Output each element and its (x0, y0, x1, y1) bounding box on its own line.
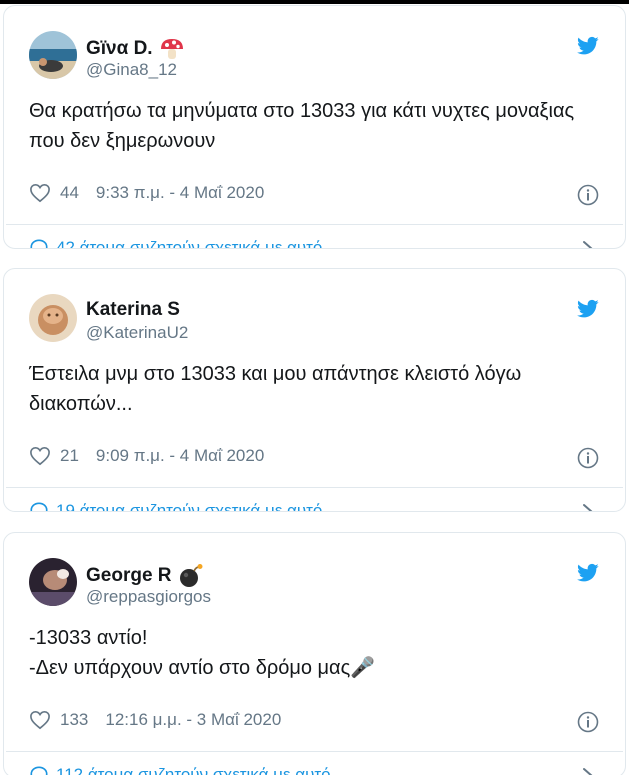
conversation-link[interactable]: 112 άτομα συζητούν σχετικά με αυτό (4, 752, 625, 775)
twitter-bird-icon[interactable] (577, 36, 599, 56)
info-icon[interactable] (577, 711, 599, 733)
tweet-text: Θα κρατήσω τα μηνύματα στο 13033 για κάτ… (29, 100, 575, 152)
tweet-card[interactable]: Katerina S @KaterinaU2 Έστειλα μνμ στο 1… (3, 268, 626, 512)
chevron-right-icon[interactable] (582, 767, 594, 775)
timestamp[interactable]: 12:16 μ.μ. - 3 Μαΐ 2020 (105, 710, 281, 730)
chevron-right-icon[interactable] (582, 503, 594, 512)
heart-icon[interactable] (29, 710, 51, 730)
author-name[interactable]: George R (86, 565, 172, 587)
conversation-count[interactable]: 19 άτομα συζητούν σχετικά με αυτό (56, 501, 322, 511)
mushroom-emoji-icon (160, 39, 183, 59)
tweet-text: Έστειλα μνμ στο 13033 και μου απάντησε κ… (29, 363, 522, 415)
like-count: 133 (60, 710, 89, 729)
conversation-link[interactable]: 42 άτομα συζητούν σχετικά με αυτό (4, 225, 625, 249)
tweet-text: -13033 αντίο! -Δεν υπάρχουν αντίο στο δρ… (29, 627, 376, 679)
avatar[interactable] (29, 31, 77, 79)
top-bar (0, 0, 629, 4)
chevron-right-icon[interactable] (582, 240, 594, 249)
tweet-header: Katerina S @KaterinaU2 (4, 269, 625, 342)
reply-bubble-icon (30, 766, 48, 775)
avatar[interactable] (29, 558, 77, 606)
author-line: Katerina S (86, 299, 180, 321)
timestamp[interactable]: 9:09 π.μ. - 4 Μαΐ 2020 (96, 446, 264, 466)
info-icon[interactable] (577, 447, 599, 469)
conversation-link[interactable]: 19 άτομα συζητούν σχετικά με αυτό (4, 488, 625, 512)
tweet-meta: 21 9:09 π.μ. - 4 Μαΐ 2020 (4, 431, 625, 487)
author-handle[interactable]: @reppasgiorgos (86, 587, 211, 607)
tweet-header: Gïνα D. @Gina8_12 (4, 6, 625, 79)
reply-bubble-icon (30, 502, 48, 511)
tweet-meta: 44 9:33 π.μ. - 4 Μαΐ 2020 (4, 168, 625, 224)
author-line: Gïνα D. (86, 36, 185, 62)
conversation-count[interactable]: 42 άτομα συζητούν σχετικά με αυτό (56, 238, 322, 248)
author-handle[interactable]: @KaterinaU2 (86, 323, 188, 343)
twitter-bird-icon[interactable] (577, 563, 599, 583)
tweet-card[interactable]: George R @reppasgiorgos -13033 αντίο! -Δ… (3, 532, 626, 775)
info-icon[interactable] (577, 184, 599, 206)
timestamp[interactable]: 9:33 π.μ. - 4 Μαΐ 2020 (96, 183, 264, 203)
bomb-emoji-icon (179, 564, 203, 587)
tweet-header: George R @reppasgiorgos (4, 533, 625, 606)
author-handle[interactable]: @Gina8_12 (86, 60, 177, 80)
like-count: 21 (60, 446, 79, 465)
reply-bubble-icon (30, 239, 48, 248)
author-line: George R (86, 563, 204, 589)
tweet-meta: 133 12:16 μ.μ. - 3 Μαΐ 2020 (4, 695, 625, 751)
like-count: 44 (60, 183, 79, 202)
heart-icon[interactable] (29, 446, 51, 466)
heart-icon[interactable] (29, 183, 51, 203)
tweet-card[interactable]: Gïνα D. @Gina8_12 Θα κρατήσω τα μηνύματα… (3, 5, 626, 249)
author-name[interactable]: Gïνα D. (86, 38, 153, 60)
author-name[interactable]: Katerina S (86, 299, 180, 321)
conversation-count[interactable]: 112 άτομα συζητούν σχετικά με αυτό (56, 765, 331, 775)
twitter-bird-icon[interactable] (577, 299, 599, 319)
avatar[interactable] (29, 294, 77, 342)
